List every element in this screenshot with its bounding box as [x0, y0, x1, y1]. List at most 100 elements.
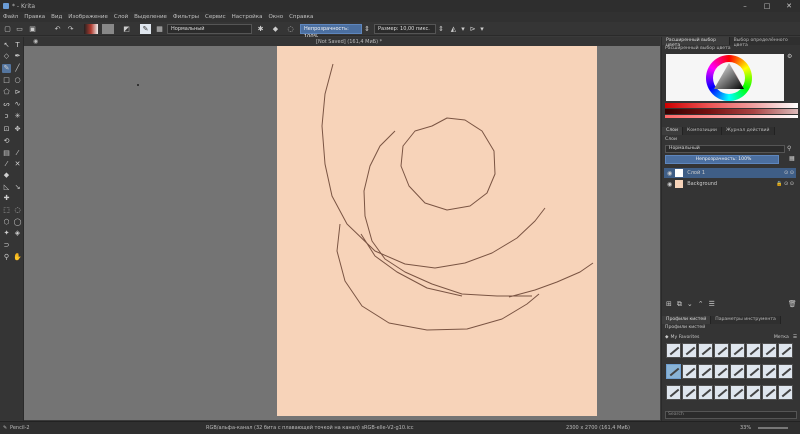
- pattern-selector[interactable]: [102, 24, 114, 34]
- close-button[interactable]: ✕: [778, 0, 800, 12]
- brush-preset[interactable]: [778, 343, 793, 358]
- redo-icon[interactable]: ↷: [66, 24, 75, 34]
- dynamic-brush-icon[interactable]: ↄ: [2, 112, 11, 121]
- color-history-strip[interactable]: [665, 103, 798, 108]
- open-document-icon[interactable]: ▭: [15, 24, 24, 34]
- polygon-tool-icon[interactable]: ⬠: [2, 88, 11, 97]
- menu-help[interactable]: Справка: [289, 14, 313, 20]
- brush-preset[interactable]: [698, 364, 713, 379]
- rectangle-tool-icon[interactable]: □: [2, 76, 11, 85]
- color-shade-strip[interactable]: [665, 109, 798, 114]
- undo-icon[interactable]: ↶: [53, 24, 62, 34]
- brush-preset[interactable]: [682, 385, 697, 400]
- brush-preset[interactable]: [762, 343, 777, 358]
- layer-lock-icons[interactable]: 🔒 ⊙ ⊙: [776, 181, 794, 187]
- move-up-icon[interactable]: ⌃: [698, 300, 704, 308]
- freehand-select-icon[interactable]: ◯: [13, 218, 22, 227]
- tab-undo-history[interactable]: Журнал действий: [721, 127, 775, 135]
- mirror-vertical-dropdown-icon[interactable]: ▾: [479, 24, 485, 34]
- visibility-eye-icon[interactable]: ◉: [667, 181, 672, 188]
- layer-blend-select[interactable]: Нормальный: [665, 145, 785, 153]
- layer-name[interactable]: Background: [687, 181, 717, 187]
- sv-triangle[interactable]: [711, 60, 747, 94]
- brush-preset-selected[interactable]: [666, 364, 681, 379]
- polyline-tool-icon[interactable]: ⊳: [13, 88, 22, 97]
- size-slider[interactable]: Размер: 10,00 пикс.: [374, 24, 436, 34]
- opacity-lock-icon[interactable]: ⇕: [364, 24, 370, 34]
- canvas-paper[interactable]: [277, 46, 597, 416]
- menu-file[interactable]: Файл: [3, 14, 18, 20]
- tab-brush-presets[interactable]: Профили кистей: [662, 316, 712, 324]
- crop-tool-icon[interactable]: ⊡: [2, 125, 11, 134]
- brush-preset[interactable]: [714, 343, 729, 358]
- calligraphy-icon[interactable]: ✒: [13, 52, 22, 61]
- color-light-strip[interactable]: [665, 115, 798, 118]
- edit-shapes-icon[interactable]: ◇: [2, 52, 11, 61]
- brush-preset[interactable]: [698, 385, 713, 400]
- new-document-icon[interactable]: ▢: [3, 24, 12, 34]
- brush-tag-right[interactable]: Метка: [774, 335, 789, 340]
- tab-compositions[interactable]: Композиции: [682, 127, 722, 135]
- visibility-eye-icon[interactable]: ◉: [667, 170, 672, 177]
- zoom-level[interactable]: 33%: [740, 425, 751, 431]
- multibrush-icon[interactable]: ✳: [13, 112, 22, 121]
- tab-tool-options[interactable]: Параметры инструмента: [711, 316, 781, 324]
- ellipse-tool-icon[interactable]: ○: [13, 76, 22, 85]
- brush-preset[interactable]: [762, 364, 777, 379]
- fg-bg-color-icon[interactable]: ◩: [122, 24, 131, 34]
- eraser-mode-icon[interactable]: ◆: [271, 24, 280, 34]
- brush-preset[interactable]: [778, 364, 793, 379]
- smart-patch-icon[interactable]: ⁄: [2, 160, 11, 169]
- layer-lock-icons[interactable]: ⊙ ⊙: [784, 170, 794, 176]
- document-tab[interactable]: [Not Saved] (161,4 МиБ) *: [316, 39, 382, 45]
- transform-tool-icon[interactable]: ⟲: [2, 137, 11, 146]
- brush-preset-icon[interactable]: ✎: [140, 24, 151, 34]
- bezier-tool-icon[interactable]: ᔕ: [2, 100, 11, 109]
- menu-settings[interactable]: Настройка: [232, 14, 263, 20]
- brush-preset[interactable]: [666, 385, 681, 400]
- blend-mode-select[interactable]: Нормальный: [167, 24, 252, 34]
- magnetic-select-icon[interactable]: ⊃: [2, 241, 11, 250]
- menu-select[interactable]: Выделение: [134, 14, 167, 20]
- color-selector-area[interactable]: [666, 54, 784, 101]
- measure-tool-icon[interactable]: ◺: [2, 183, 11, 192]
- move-tool-icon[interactable]: ✥: [13, 125, 22, 134]
- tab-layers[interactable]: Слои: [662, 127, 683, 135]
- gradient-tool-icon[interactable]: ▤: [2, 149, 11, 158]
- reload-preset-icon[interactable]: ✱: [256, 24, 265, 34]
- preserve-alpha-icon[interactable]: ◌: [286, 24, 295, 34]
- brush-preset[interactable]: [730, 385, 745, 400]
- polygon-select-icon[interactable]: ⬡: [2, 218, 11, 227]
- layer-row-background[interactable]: ◉ Background 🔒 ⊙ ⊙: [664, 179, 796, 189]
- mirror-horizontal-icon[interactable]: ◭: [449, 24, 458, 34]
- fill-tool-icon[interactable]: ◆: [2, 171, 11, 180]
- zoom-slider[interactable]: [758, 427, 788, 429]
- text-tool-icon[interactable]: T: [13, 41, 22, 50]
- layer-properties-icon[interactable]: ▦: [789, 155, 795, 162]
- menu-image[interactable]: Изображение: [68, 14, 108, 20]
- layer-name[interactable]: Слой 1: [687, 170, 705, 176]
- menu-filters[interactable]: Фильтры: [173, 14, 199, 20]
- save-icon[interactable]: ▣: [28, 24, 37, 34]
- brush-settings-icon[interactable]: ▦: [155, 24, 164, 34]
- pan-tool-icon[interactable]: ✋: [13, 253, 22, 262]
- gradient-selector[interactable]: [84, 24, 98, 34]
- canvas-area[interactable]: [24, 46, 660, 420]
- mirror-dropdown-icon[interactable]: ▾: [460, 24, 466, 34]
- brush-preset[interactable]: [746, 364, 761, 379]
- add-layer-icon[interactable]: ⊞: [666, 300, 672, 308]
- contiguous-select-icon[interactable]: ✦: [2, 229, 11, 238]
- color-picker-icon[interactable]: ⁄: [13, 149, 22, 158]
- brush-search-input[interactable]: Search: [665, 411, 797, 419]
- menu-tools[interactable]: Сервис: [205, 14, 226, 20]
- layer-row-sloy1[interactable]: ◉ Слой 1 ⊙ ⊙: [664, 168, 796, 178]
- brush-preset[interactable]: [778, 385, 793, 400]
- layer-opacity-slider[interactable]: Непрозрачность: 100%: [665, 155, 779, 164]
- color-settings-icon[interactable]: ⚙: [787, 53, 792, 60]
- brush-preset[interactable]: [714, 364, 729, 379]
- minimize-button[interactable]: –: [734, 0, 756, 12]
- brush-preset[interactable]: [730, 343, 745, 358]
- brush-preset[interactable]: [682, 364, 697, 379]
- delete-layer-icon[interactable]: 🗑: [788, 300, 797, 308]
- reference-tool-icon[interactable]: ✚: [2, 194, 11, 203]
